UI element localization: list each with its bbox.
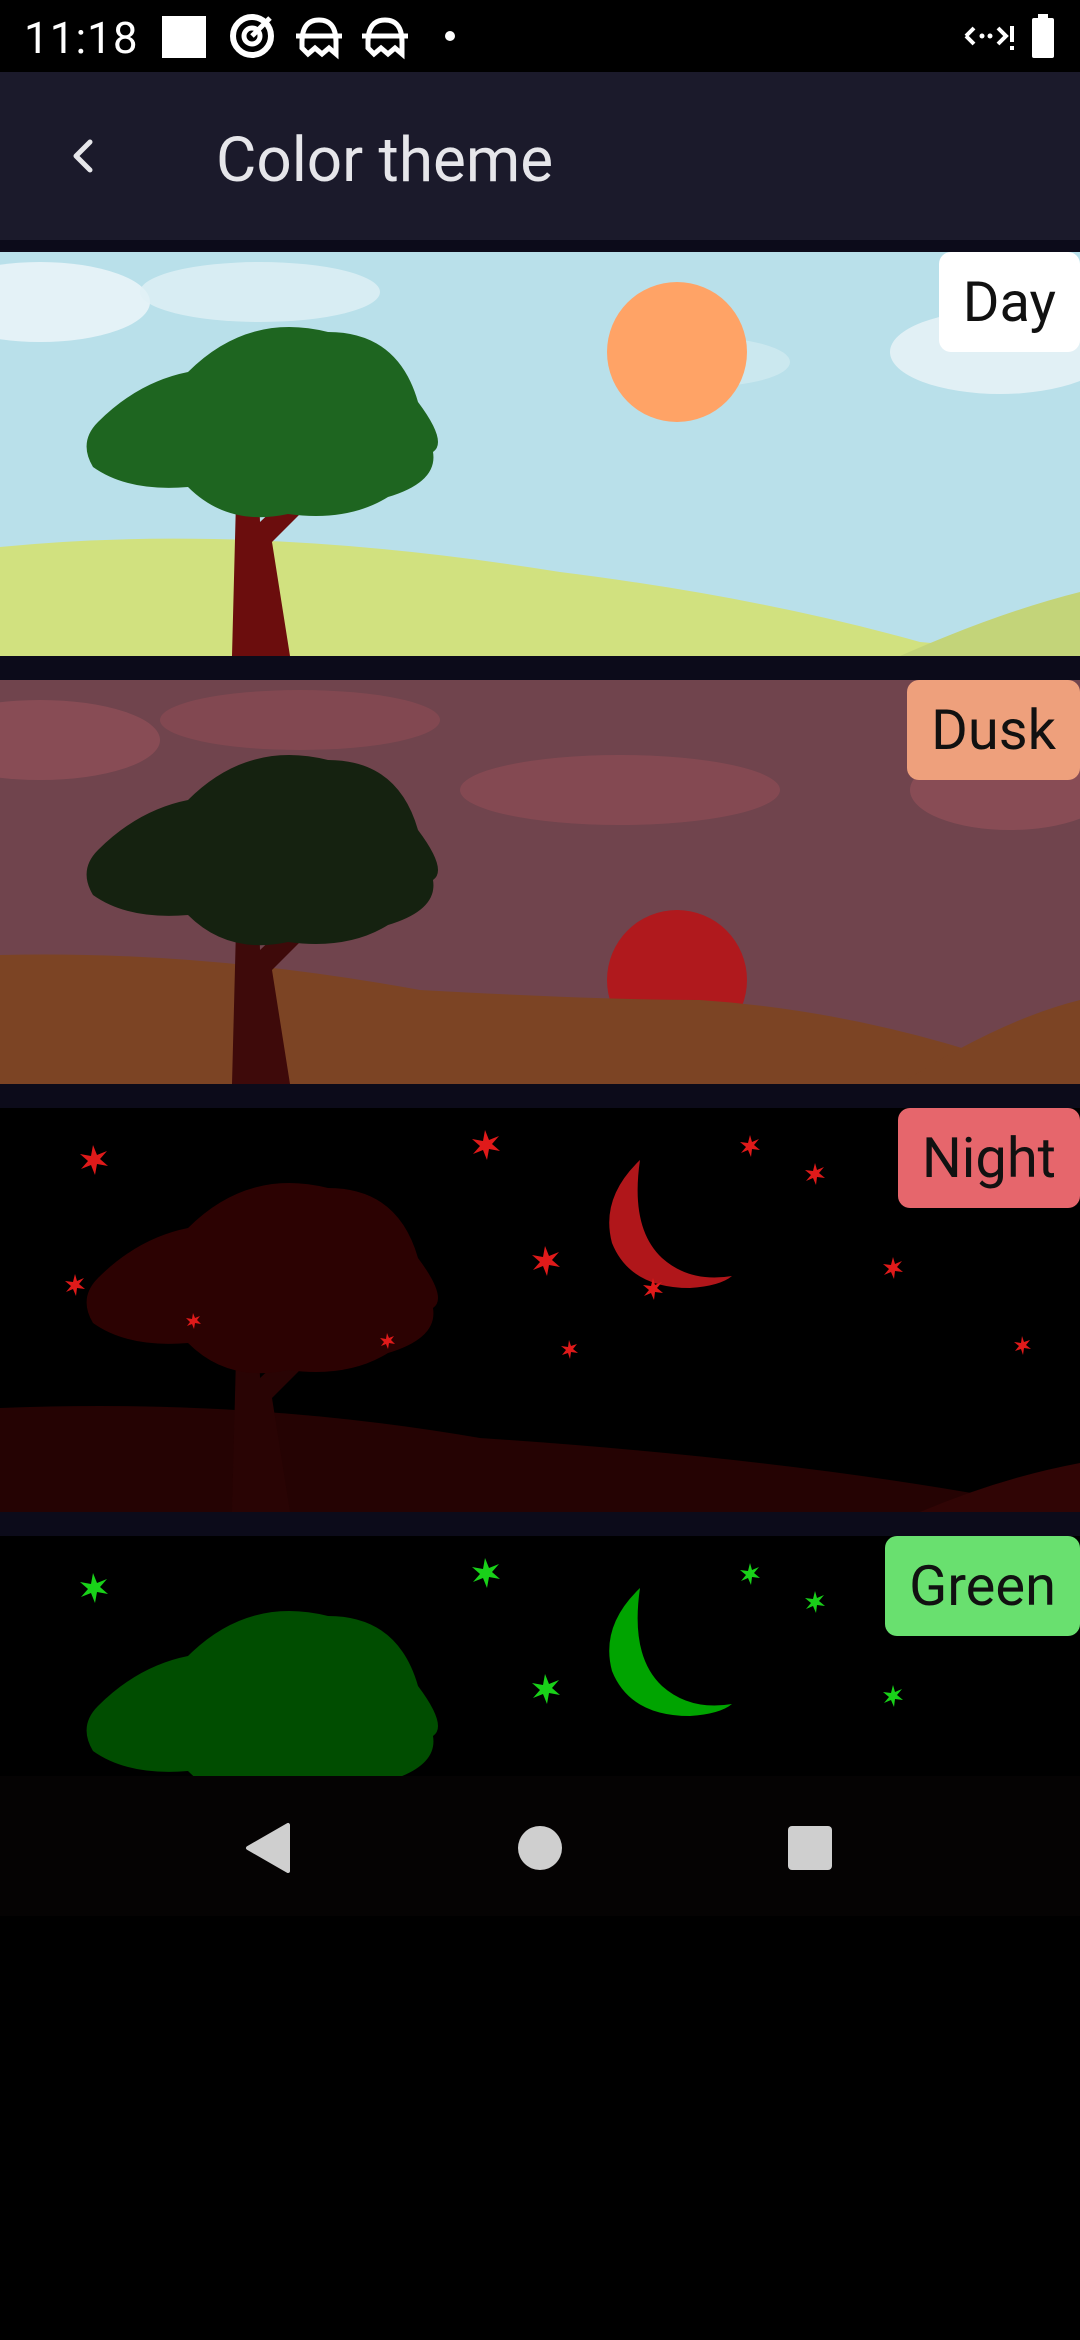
triangle-back-icon (246, 1823, 290, 1873)
dot-icon (445, 31, 455, 41)
theme-card-green[interactable]: Green (0, 1536, 1080, 1776)
square-icon (162, 16, 206, 58)
status-bar: 11:18 (0, 0, 1080, 72)
theme-card-dusk[interactable]: Dusk (0, 680, 1080, 1084)
navigation-bar (0, 1776, 1080, 1916)
square-recents-icon (788, 1826, 832, 1870)
theme-label-green: Green (885, 1536, 1080, 1636)
target-icon (230, 14, 274, 58)
status-time: 11:18 (24, 12, 139, 64)
ghost-icon (362, 17, 408, 60)
nav-home-button[interactable] (504, 1812, 576, 1884)
circle-home-icon (518, 1826, 562, 1870)
page-title: Color theme (216, 124, 554, 197)
ghost-icon (296, 17, 342, 60)
theme-label-dusk: Dusk (907, 680, 1080, 780)
theme-label-day: Day (938, 252, 1080, 352)
data-arrows-icon (964, 26, 1014, 50)
day-landscape-image (0, 252, 1080, 656)
back-button[interactable] (40, 112, 128, 200)
theme-card-night[interactable]: Night (0, 1108, 1080, 1512)
app-bar: Color theme (0, 72, 1080, 240)
nav-back-button[interactable] (232, 1812, 304, 1884)
battery-icon (1032, 14, 1054, 58)
nav-recents-button[interactable] (774, 1812, 846, 1884)
theme-list[interactable]: Day Dusk Night Green (0, 240, 1080, 1776)
chevron-left-icon (73, 139, 93, 173)
theme-card-day[interactable]: Day (0, 252, 1080, 656)
theme-label-night: Night (897, 1108, 1080, 1208)
